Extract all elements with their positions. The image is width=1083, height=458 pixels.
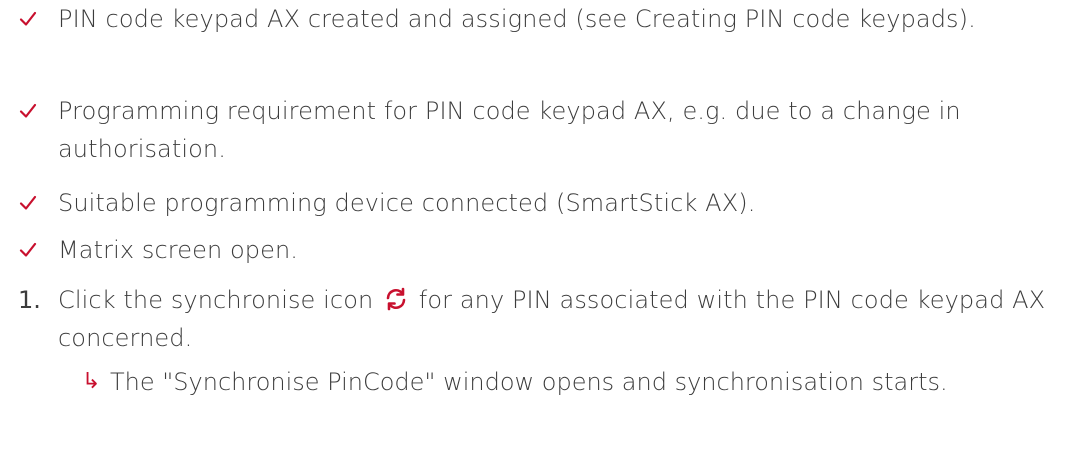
requirement-text: Suitable programming device connected (S… [58,189,756,217]
checkmark-icon [19,195,37,210]
checkmark-icon [19,103,37,118]
step-text-before-icon: Click the synchronise icon [58,286,374,314]
requirement-text: Matrix screen open. [58,236,299,264]
checkmark-icon [19,11,37,26]
checkmark-icon [19,242,37,257]
result-text: The "Synchronise PinCode" window opens a… [110,368,948,396]
step-text: Click the synchronise icon for any PIN a… [58,281,1068,357]
requirement-text: PIN code keypad AX created and assigned … [58,5,976,33]
sync-icon [386,287,406,311]
result-arrow-icon: ↳ [82,369,101,394]
requirement-text: Programming requirement for PIN code key… [58,97,961,163]
instruction-page: PIN code keypad AX created and assigned … [0,0,1083,458]
step-number: 1. [18,286,41,314]
